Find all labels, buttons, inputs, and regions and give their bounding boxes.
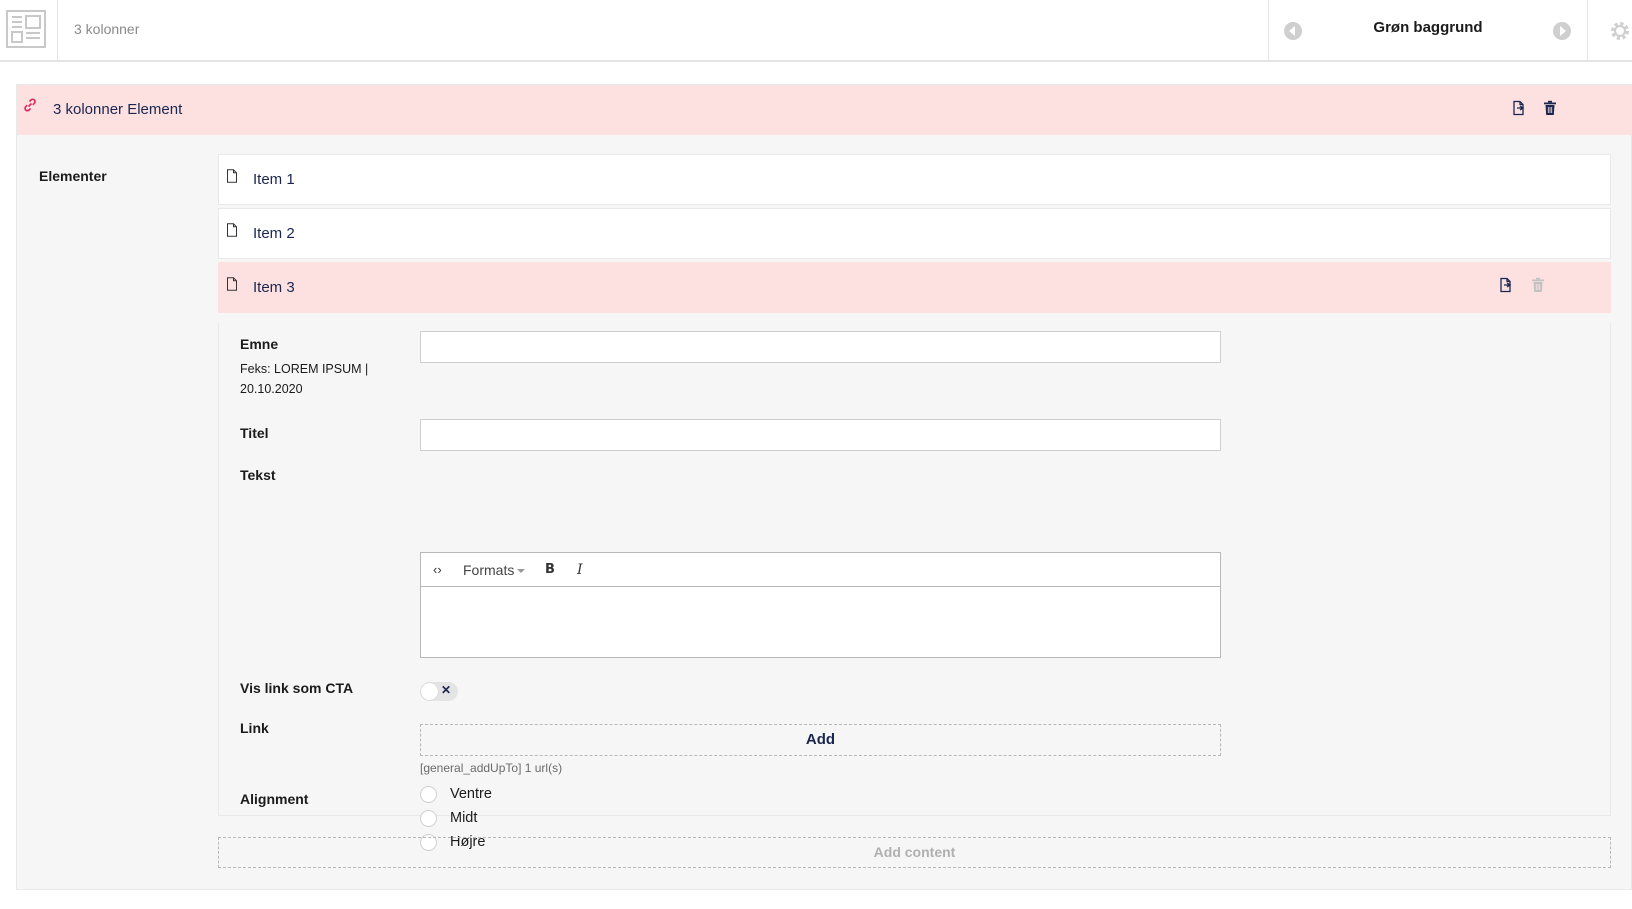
formats-dropdown[interactable]: Formats (463, 562, 526, 578)
code-button[interactable]: ‹› (433, 562, 442, 577)
toggle-knob (421, 683, 438, 700)
layout-icon (6, 10, 46, 48)
bold-button[interactable]: B (545, 562, 555, 577)
document-icon (227, 169, 237, 183)
layout-picker[interactable] (0, 0, 58, 60)
link-hint: [general_addUpTo] 1 url(s) (420, 761, 563, 775)
rte-content-area[interactable] (421, 587, 1220, 657)
gear-icon[interactable] (1608, 19, 1632, 43)
copy-icon[interactable] (1511, 100, 1527, 116)
titel-input[interactable] (420, 419, 1221, 451)
chevron-down-icon (517, 569, 526, 574)
field-label-titel: Titel (240, 425, 269, 441)
layout-name: 3 kolonner (74, 21, 140, 37)
link-icon (24, 98, 36, 112)
item-label: Item 2 (253, 225, 295, 242)
block-header[interactable]: 3 kolonner Element (17, 85, 1631, 135)
italic-button[interactable]: I (577, 562, 583, 578)
item-label: Item 3 (253, 279, 295, 296)
radio-button[interactable] (420, 786, 437, 803)
field-label-link: Link (240, 720, 269, 736)
radio-label: Ventre (450, 786, 492, 802)
field-description-emne: Feks: LOREM IPSUM | 20.10.2020 (240, 362, 369, 396)
trash-icon[interactable] (1543, 100, 1557, 116)
list-item[interactable]: Item 1 (218, 154, 1611, 205)
list-item[interactable]: Item 2 (218, 208, 1611, 259)
block-title: 3 kolonner Element (53, 101, 183, 118)
add-link-button[interactable]: Add (420, 724, 1221, 756)
item-label: Item 1 (253, 171, 295, 188)
field-label-alignment: Alignment (240, 791, 309, 807)
field-label-tekst: Tekst (240, 467, 276, 483)
field-label-emne: Emne (240, 336, 279, 352)
toggle-off-icon: ✕ (441, 683, 452, 697)
top-bar: 3 kolonner Grøn baggrund (0, 0, 1632, 62)
document-icon (227, 223, 237, 237)
cta-toggle[interactable]: ✕ (420, 682, 458, 701)
add-content-button[interactable]: Add content (218, 837, 1611, 868)
radio-label: Midt (450, 810, 478, 826)
content-block: 3 kolonner Element Elementer Item 1 Item… (16, 84, 1632, 890)
radio-button[interactable] (420, 810, 437, 827)
copy-icon[interactable] (1498, 277, 1514, 293)
rich-text-editor: ‹› Formats B I (420, 552, 1221, 658)
document-icon (227, 277, 237, 291)
formats-label: Formats (463, 562, 515, 578)
variant-switcher: Grøn baggrund (1268, 0, 1588, 60)
list-item-active[interactable]: Item 3 (218, 262, 1611, 313)
variant-name: Grøn baggrund (1373, 19, 1483, 36)
rte-toolbar: ‹› Formats B I (421, 553, 1220, 587)
chevron-right-icon[interactable] (1552, 21, 1572, 41)
trash-icon[interactable] (1531, 277, 1545, 293)
emne-input[interactable] (420, 331, 1221, 363)
property-label-elementer: Elementer (39, 168, 107, 184)
item-editor: Emne Feks: LOREM IPSUM | 20.10.2020 Tite… (218, 323, 1611, 851)
field-label-cta: Vis link som CTA (240, 680, 354, 696)
